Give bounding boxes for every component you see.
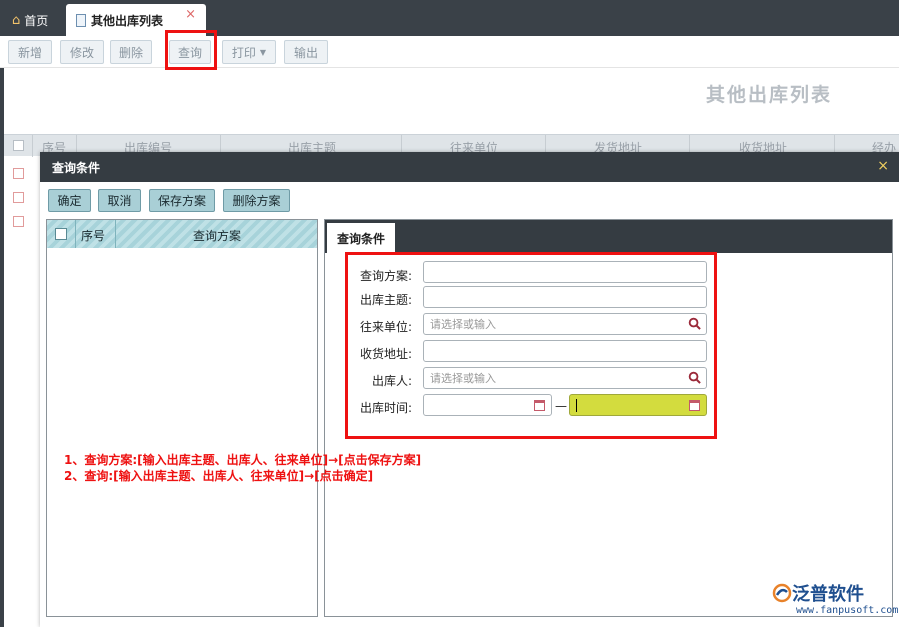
delete-button[interactable]: 删除: [110, 40, 152, 64]
instruction-note-2: 2、查询:[输入出库主题、出库人、往来单位]→[点击确定]: [64, 469, 374, 483]
tab-home[interactable]: ⌂ 首页: [6, 4, 62, 36]
row-checkbox[interactable]: [13, 216, 24, 227]
tab-bar: ⌂ 首页 其他出库列表 ×: [0, 0, 899, 36]
tab-query-conditions[interactable]: 查询条件: [327, 223, 395, 253]
print-label: 打印: [231, 45, 256, 60]
row-checkbox[interactable]: [13, 168, 24, 179]
plan-col-index: 序号: [81, 229, 106, 243]
dialog-title: 查询条件: [52, 160, 101, 175]
tab-home-label: 首页: [24, 13, 49, 28]
plan-select-all-checkbox[interactable]: [55, 228, 67, 240]
plan-col-separator: [75, 220, 76, 248]
logo-mark-icon: [772, 583, 792, 603]
dialog-header: 查询条件 ×: [40, 152, 899, 182]
page-title: 其他出库列表: [706, 84, 833, 106]
print-button[interactable]: 打印 ▼: [222, 40, 276, 64]
add-button[interactable]: 新增: [8, 40, 52, 64]
brand-logo: 泛普软件 www.fanpusoft.com: [772, 580, 898, 622]
tab-outbound-list-label: 其他出库列表: [91, 13, 164, 28]
document-icon: [76, 13, 86, 27]
chevron-down-icon: ▼: [259, 47, 267, 57]
form-highlight-box: [345, 252, 717, 439]
edit-button[interactable]: 修改: [60, 40, 104, 64]
home-icon: ⌂: [12, 12, 21, 28]
tab-close-icon[interactable]: ×: [185, 7, 196, 22]
grid-select-all-checkbox[interactable]: [13, 140, 24, 151]
toolbar: 新增 修改 删除 查询 打印 ▼ 输出: [0, 36, 899, 68]
logo-url: www.fanpusoft.com: [796, 605, 899, 616]
confirm-button[interactable]: 确定: [48, 189, 91, 212]
logo-name: 泛普软件: [792, 584, 864, 605]
instruction-note-1: 1、查询方案:[输入出库主题、出库人、往来单位]→[点击保存方案]: [64, 453, 422, 467]
query-button-highlight: [165, 30, 217, 70]
row-checkbox[interactable]: [13, 192, 24, 203]
plan-list-header: 序号 查询方案: [47, 220, 317, 248]
cancel-button[interactable]: 取消: [98, 189, 141, 212]
save-plan-button[interactable]: 保存方案: [149, 189, 215, 212]
plan-list-panel: 序号 查询方案: [46, 219, 318, 617]
plan-col-separator: [115, 220, 116, 248]
plan-col-plan: 查询方案: [193, 229, 242, 243]
close-icon[interactable]: ×: [877, 158, 889, 174]
condition-tab-bar: 查询条件: [325, 220, 892, 253]
grid-col-separator: [32, 135, 33, 157]
export-button[interactable]: 输出: [284, 40, 328, 64]
delete-plan-button[interactable]: 删除方案: [223, 189, 290, 212]
